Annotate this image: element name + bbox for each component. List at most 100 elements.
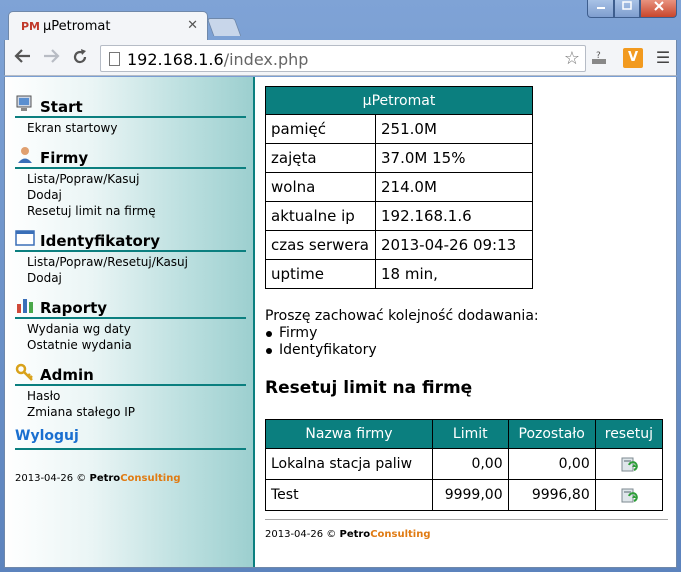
info-value: 2013-04-26 09:13 — [375, 230, 533, 260]
tab-title: µPetromat — [43, 19, 111, 34]
title-bar: PM µPetromat ✕ — [0, 0, 681, 41]
main-content: µPetromat pamięć 251.0M zajęta 37.0M 15% w… — [265, 86, 675, 540]
info-key: czas serwera — [265, 230, 376, 260]
info-value: 18 min, — [375, 259, 533, 289]
page-icon — [109, 52, 120, 66]
reload-button[interactable] — [71, 48, 89, 70]
sidebar-link-ekran-startowy[interactable]: Ekran startowy — [15, 120, 246, 136]
system-info-table: µPetromat pamięć 251.0M zajęta 37.0M 15% w… — [265, 86, 533, 289]
info-value: 37.0M 15% — [375, 143, 533, 173]
sidebar-link-dodaj-identyfikator[interactable]: Dodaj — [15, 270, 246, 286]
table-row: zajęta 37.0M 15% — [265, 143, 533, 173]
sidebar-link-lista-firm[interactable]: Lista/Popraw/Kasuj — [15, 171, 246, 187]
sidebar-footer: 2013-04-26 © PetroConsulting — [15, 473, 181, 484]
svg-text:?: ? — [596, 51, 601, 61]
user-icon — [18, 147, 32, 163]
extension-shape: ? — [592, 51, 606, 64]
minimize-button[interactable] — [587, 0, 614, 18]
sidebar-link-wydania-wg-daty[interactable]: Wydania wg daty — [15, 321, 246, 337]
section-title: Admin — [40, 366, 94, 384]
extension-icon[interactable]: ? — [589, 48, 609, 68]
close-tab-icon[interactable]: ✕ — [187, 18, 198, 33]
sidebar-section-start: Start Ekran startowy — [15, 94, 246, 136]
brand-consulting: Consulting — [120, 473, 181, 484]
sidebar-link-resetuj-limit[interactable]: Resetuj limit na firmę — [15, 203, 246, 219]
sidebar-section-raporty: Raporty Wydania wg daty Ostatnie wydania — [15, 295, 246, 353]
info-key: aktualne ip — [265, 201, 376, 231]
order-note-text: Proszę zachować kolejność dodawania: — [265, 308, 539, 324]
table-row: czas serwera 2013-04-26 09:13 — [265, 230, 533, 260]
column-header: resetuj — [594, 419, 664, 449]
minimize-icon — [596, 7, 605, 9]
info-value: 192.168.1.6 — [375, 201, 533, 231]
forward-button[interactable] — [42, 48, 60, 68]
order-list: Firmy Identyfikatory — [265, 325, 539, 359]
close-window-button[interactable] — [640, 0, 677, 18]
divider — [265, 519, 668, 520]
company-name: Lokalna stacja paliw — [265, 448, 433, 480]
sidebar-link-haslo[interactable]: Hasło — [15, 388, 246, 404]
sidebar-link-lista-identyfikatorow[interactable]: Lista/Popraw/Resetuj/Kasuj — [15, 254, 246, 270]
browser-window: PM µPetromat ✕ 192.168.1.6/index.php ☆ ?… — [0, 0, 681, 572]
url-path: /index.php — [223, 50, 309, 69]
column-header: Nazwa firmy — [265, 419, 433, 449]
table-row: uptime 18 min, — [265, 259, 533, 289]
browser-toolbar: 192.168.1.6/index.php ☆ ? V ☰ — [4, 40, 677, 76]
footer-date: 2013-04-26 © — [265, 529, 337, 540]
sidebar: Start Ekran startowy Firmy Lista/Popraw/… — [5, 77, 255, 567]
bookmark-star-icon[interactable]: ☆ — [564, 48, 580, 69]
computer-icon — [16, 95, 32, 111]
order-note: Proszę zachować kolejność dodawania: Fir… — [265, 308, 539, 359]
menu-icon[interactable]: ☰ — [653, 48, 673, 68]
sidebar-section-admin: Admin Hasło Zmiana stałego IP — [15, 362, 246, 420]
company-limit: 9999,00 — [431, 479, 509, 511]
browser-tab[interactable]: PM µPetromat ✕ — [8, 11, 208, 41]
reset-cell — [594, 448, 664, 480]
company-limit: 0,00 — [431, 448, 509, 480]
bar-chart-icon — [17, 299, 33, 313]
maximize-icon — [622, 1, 632, 10]
table-row: Lokalna stacja paliw 0,00 0,00 — [265, 448, 664, 480]
sidebar-section-identyfikatory: Identyfikatory Lista/Popraw/Resetuj/Kasu… — [15, 228, 246, 286]
company-remaining: 9996,80 — [507, 479, 596, 511]
section-title: Start — [40, 98, 83, 116]
list-item: Firmy — [265, 325, 539, 342]
key-icon — [15, 363, 33, 381]
reset-icon[interactable] — [619, 454, 639, 474]
footer-date: 2013-04-26 © — [15, 473, 87, 484]
info-key: zajęta — [265, 143, 376, 173]
list-item: Identyfikatory — [265, 342, 539, 359]
brand-petro: Petro — [339, 529, 371, 540]
close-icon — [653, 1, 664, 11]
section-header: Firmy — [15, 145, 246, 169]
reset-icon[interactable] — [619, 485, 639, 505]
table-row: aktualne ip 192.168.1.6 — [265, 201, 533, 231]
reload-icon — [73, 49, 87, 64]
arrow-right-icon — [44, 49, 60, 63]
table-row: Test 9999,00 9996,80 — [265, 479, 664, 511]
address-bar[interactable]: 192.168.1.6/index.php ☆ — [100, 45, 586, 72]
section-title: Raporty — [40, 299, 108, 317]
new-tab-button[interactable] — [206, 18, 242, 36]
sidebar-link-dodaj-firme[interactable]: Dodaj — [15, 187, 246, 203]
section-header: Identyfikatory — [15, 228, 246, 252]
reset-cell — [594, 479, 664, 511]
maximize-button[interactable] — [614, 0, 640, 18]
logout-link[interactable]: Wyloguj — [15, 428, 246, 450]
section-header: Raporty — [15, 295, 246, 319]
arrow-left-icon — [14, 49, 30, 63]
v-extension-icon[interactable]: V — [623, 48, 643, 68]
page-footer: 2013-04-26 © PetroConsulting — [265, 529, 431, 540]
section-header: Start — [15, 94, 246, 118]
info-key: pamięć — [265, 114, 376, 144]
sidebar-link-ostatnie-wydania[interactable]: Ostatnie wydania — [15, 337, 246, 353]
table-row: wolna 214.0M — [265, 172, 533, 202]
back-button[interactable] — [14, 48, 32, 68]
sidebar-link-zmiana-ip[interactable]: Zmiana stałego IP — [15, 404, 246, 420]
company-limit-table: Nazwa firmy Limit Pozostało resetuj Loka… — [265, 419, 664, 511]
favicon-icon: PM — [21, 20, 41, 33]
section-title: Identyfikatory — [40, 232, 160, 250]
page-viewport: Start Ekran startowy Firmy Lista/Popraw/… — [4, 77, 677, 568]
section-heading: Resetuj limit na firmę — [265, 378, 473, 398]
info-value: 251.0M — [375, 114, 533, 144]
